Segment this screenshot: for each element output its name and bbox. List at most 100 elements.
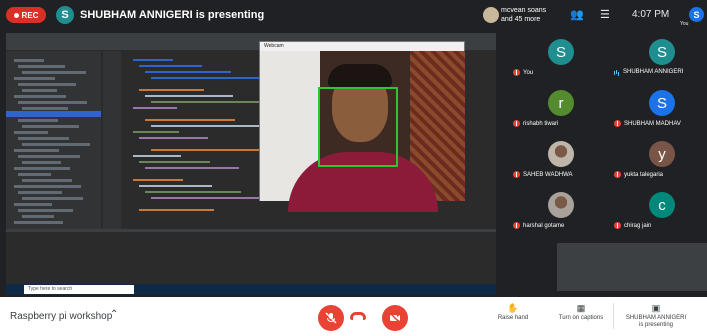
- hand-icon: ✋: [507, 303, 519, 313]
- tree-row: [14, 185, 81, 188]
- participant-avatar: S: [548, 39, 574, 65]
- ide-gutter: [103, 51, 121, 229]
- ide-terminal: [6, 229, 496, 289]
- code-line: [133, 131, 179, 133]
- chat-icon[interactable]: ☰: [600, 8, 610, 21]
- people-icon[interactable]: 👥: [570, 8, 584, 21]
- tree-row: [22, 89, 57, 92]
- code-line: [145, 191, 241, 193]
- tree-row: [22, 161, 61, 164]
- mic-off-icon: [614, 171, 621, 178]
- windows-taskbar: Type here to search: [6, 284, 496, 295]
- participant-name: harshal gotame: [513, 222, 564, 229]
- tree-row: [22, 125, 79, 128]
- hang-up-icon[interactable]: [350, 312, 366, 320]
- code-line: [139, 161, 210, 163]
- divider: [613, 303, 614, 329]
- webcam-window: Webcam: [259, 41, 465, 212]
- participant-avatar: S: [649, 39, 675, 65]
- present-screen-icon: ▣: [651, 303, 661, 313]
- code-line: [139, 89, 204, 91]
- tree-row: [14, 149, 59, 152]
- participant-avatar: y: [649, 141, 675, 167]
- captions-label: Turn on captions: [558, 315, 604, 321]
- code-line: [139, 209, 214, 211]
- participant-name-label: harshal gotame: [523, 222, 565, 229]
- tree-row: [18, 119, 58, 122]
- tree-row: [22, 71, 86, 74]
- code-line: [151, 101, 262, 103]
- participant-tile-dark: [557, 243, 707, 291]
- tree-row: [14, 59, 44, 62]
- participant-name: You: [513, 69, 533, 76]
- shared-screen: Type here to search Webcam: [6, 33, 496, 295]
- tree-row: [18, 209, 73, 212]
- captions-icon: ▦: [576, 303, 586, 313]
- code-line: [133, 59, 173, 61]
- meeting-name[interactable]: Raspberry pi workshop: [10, 311, 112, 322]
- participant-name-label: chirag jain: [624, 222, 652, 229]
- tree-row: [14, 203, 52, 206]
- tree-row: [14, 131, 48, 134]
- participant-photo: [548, 192, 574, 218]
- code-line: [139, 137, 208, 139]
- presenting-status[interactable]: ▣ SHUBHAM ANNIGERI is presenting: [624, 303, 688, 329]
- tree-row: [22, 197, 83, 200]
- tree-row: [18, 155, 80, 158]
- participant-name: SAHEB WADHWA: [513, 171, 573, 178]
- ide-project-tree: [6, 51, 101, 229]
- webcam-title: Webcam: [260, 42, 464, 51]
- participants-avatar[interactable]: [483, 7, 499, 23]
- participants-summary[interactable]: mcvean soans and 45 more: [501, 6, 549, 24]
- presenting-status-label: SHUBHAM ANNIGERI is presenting: [625, 315, 687, 328]
- mic-off-icon: [513, 171, 520, 178]
- code-line: [151, 197, 270, 199]
- tree-row: [14, 167, 70, 170]
- face-detection-box: [318, 87, 398, 167]
- taskbar-search: Type here to search: [24, 285, 134, 294]
- webcam-person-hair: [328, 64, 392, 88]
- tree-row: [22, 107, 68, 110]
- participant-name: chirag jain: [614, 222, 651, 229]
- tree-selected-row: [6, 111, 101, 117]
- camera-off-icon: [389, 312, 401, 324]
- camera-off-button[interactable]: [382, 305, 408, 331]
- tree-row: [22, 179, 72, 182]
- clock: 4:07 PM: [632, 9, 670, 20]
- mic-off-icon: [513, 222, 520, 229]
- participant-avatar: r: [548, 90, 574, 116]
- code-line: [145, 95, 233, 97]
- participant-avatar: c: [649, 192, 675, 218]
- mic-off-icon: [513, 120, 520, 127]
- meet-window: REC S SHUBHAM ANNIGERI is presenting mcv…: [0, 0, 707, 336]
- self-label: You: [680, 21, 689, 27]
- participant-name: yukta talegaria: [614, 171, 663, 178]
- code-line: [151, 125, 264, 127]
- bottom-bar: Raspberry pi workshop ⌃ ✋ Raise hand ▦ T…: [0, 297, 707, 336]
- participant-name-label: yukta talegaria: [624, 171, 664, 178]
- code-line: [133, 107, 177, 109]
- mic-off-icon: [513, 69, 520, 76]
- participant-name: SHUBHAM MADHAV: [614, 120, 681, 127]
- tree-row: [18, 83, 76, 86]
- code-line: [145, 71, 231, 73]
- record-dot-icon: [13, 12, 19, 18]
- tree-row: [14, 95, 66, 98]
- code-line: [151, 149, 266, 151]
- code-line: [145, 119, 235, 121]
- mic-off-button[interactable]: [318, 305, 344, 331]
- presenting-banner: SHUBHAM ANNIGERI is presenting: [80, 9, 265, 21]
- chevron-up-icon[interactable]: ⌃: [110, 309, 118, 320]
- recording-badge: REC: [6, 7, 46, 23]
- mic-off-icon: [325, 312, 337, 324]
- self-avatar[interactable]: S: [689, 7, 704, 22]
- tree-row: [22, 215, 54, 218]
- tree-row: [18, 191, 62, 194]
- presenter-avatar: S: [56, 6, 74, 24]
- participant-avatar: S: [649, 90, 675, 116]
- raise-hand-button[interactable]: ✋ Raise hand: [493, 303, 533, 322]
- tree-row: [22, 143, 90, 146]
- captions-button[interactable]: ▦ Turn on captions: [553, 303, 609, 322]
- participant-photo: [548, 141, 574, 167]
- tree-row: [18, 101, 87, 104]
